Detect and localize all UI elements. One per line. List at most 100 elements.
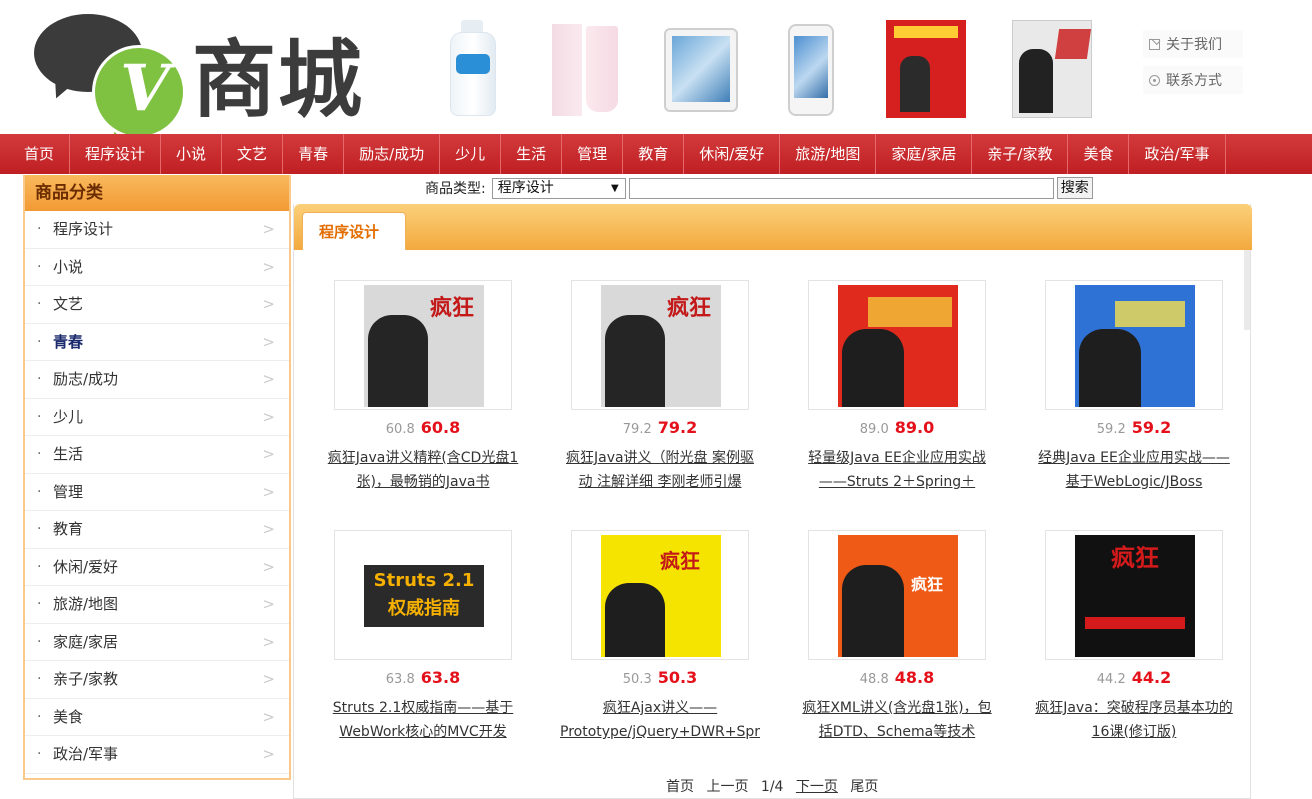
nav-item-home-living[interactable]: 家庭/家居: [876, 134, 973, 174]
sidebar-item[interactable]: · 青春 >: [25, 324, 289, 361]
cover-title: 疯狂: [1111, 544, 1159, 572]
nav-item-leisure[interactable]: 休闲/爱好: [684, 134, 781, 174]
product-title-link[interactable]: 疯狂Java讲义精粹(含CD光盘1张)，最畅销的Java书: [323, 446, 523, 494]
banner-product-book-red[interactable]: [886, 20, 966, 118]
nav-item-food[interactable]: 美食: [1068, 134, 1130, 174]
product-type-select[interactable]: 程序设计 ▼: [491, 177, 626, 199]
sidebar-item-label: 文艺: [53, 295, 84, 313]
sidebar-item-label: 休闲/爱好: [53, 557, 119, 576]
banner-product-book-java[interactable]: [1012, 20, 1092, 118]
nav-item-travel[interactable]: 旅游/地图: [780, 134, 877, 174]
original-price: 63.8: [385, 672, 415, 687]
cover-title: 疯狂: [666, 296, 711, 321]
product-card: 疯狂 79.2 79.2 疯狂Java讲义（附光盘 案例驱动 注解详细 李刚老师引…: [560, 280, 760, 494]
sidebar-item[interactable]: · 教育 >: [25, 511, 289, 549]
chevron-right-icon: >: [262, 482, 275, 501]
nav-item-life[interactable]: 生活: [501, 134, 563, 174]
pager-first[interactable]: 首页: [666, 779, 694, 795]
tab-programming[interactable]: 程序设计: [302, 212, 406, 250]
sidebar-item[interactable]: · 小说 >: [25, 249, 289, 286]
sidebar-item-label: 管理: [53, 482, 84, 501]
sidebar-item[interactable]: · 家庭/家居 >: [25, 624, 289, 661]
product-title-link[interactable]: 疯狂Java：突破程序员基本功的16课(修订版): [1034, 696, 1234, 744]
pager-last[interactable]: 尾页: [850, 779, 878, 795]
sidebar-item[interactable]: · 亲子/家教 >: [25, 661, 289, 699]
pager-next[interactable]: 下一页: [796, 779, 838, 795]
sidebar-item[interactable]: · 管理 >: [25, 474, 289, 511]
product-title-link[interactable]: Struts 2.1权威指南——基于WebWork核心的MVC开发: [323, 696, 523, 744]
pager-current: 1/4: [760, 779, 784, 795]
sidebar-item[interactable]: · 政治/军事 >: [25, 736, 289, 774]
product-title-link[interactable]: 疯狂Java讲义（附光盘 案例驱动 注解详细 李刚老师引爆: [560, 446, 760, 494]
product-title-link[interactable]: 疯狂XML讲义(含光盘1张)，包括DTD、Schema等技术: [797, 696, 997, 744]
sale-price: 50.3: [657, 668, 698, 687]
product-card: 59.2 59.2 经典Java EE企业应用实战——基于WebLogic/JBo…: [1034, 280, 1234, 494]
banner-product-ipad[interactable]: [664, 20, 738, 118]
site-logo[interactable]: V 商城: [32, 12, 377, 142]
product-image[interactable]: 疯狂: [334, 280, 512, 410]
original-price: 44.2: [1096, 672, 1126, 687]
sale-price: 59.2: [1131, 418, 1172, 437]
nav-item-literature[interactable]: 文艺: [222, 134, 284, 174]
sale-price: 63.8: [420, 668, 461, 687]
product-image[interactable]: [808, 280, 986, 410]
product-image[interactable]: 疯狂: [808, 530, 986, 660]
chevron-right-icon: >: [262, 445, 275, 463]
phone-icon: [1149, 74, 1160, 86]
cover-title: 疯狂: [429, 296, 474, 321]
nav-item-programming[interactable]: 程序设计: [70, 134, 162, 174]
bullet-icon: ·: [37, 596, 42, 612]
nav-item-home[interactable]: 首页: [10, 134, 71, 174]
nav-item-success[interactable]: 励志/成功: [344, 134, 441, 174]
bullet-icon: ·: [37, 408, 42, 425]
nav-item-parenting[interactable]: 亲子/家教: [972, 134, 1069, 174]
about-us-link[interactable]: 关于我们: [1143, 30, 1243, 58]
product-card: 疯狂 48.8 48.8 疯狂XML讲义(含光盘1张)，包括DTD、Schema等…: [797, 530, 997, 744]
original-price: 48.8: [859, 672, 889, 687]
sale-price: 60.8: [420, 418, 461, 437]
original-price: 79.2: [622, 422, 652, 437]
bullet-icon: ·: [37, 296, 42, 312]
search-button[interactable]: 搜索: [1056, 177, 1093, 199]
nav-item-children[interactable]: 少儿: [440, 134, 502, 174]
sidebar-item-label: 程序设计: [53, 220, 114, 238]
nav-item-politics[interactable]: 政治/军事: [1129, 134, 1226, 174]
nav-item-management[interactable]: 管理: [562, 134, 624, 174]
panel-scrollbar[interactable]: [1244, 250, 1250, 330]
product-title-link[interactable]: 经典Java EE企业应用实战——基于WebLogic/JBoss: [1034, 446, 1234, 494]
bullet-icon: ·: [37, 633, 42, 650]
sidebar-item[interactable]: · 生活 >: [25, 436, 289, 474]
nav-item-novel[interactable]: 小说: [161, 134, 223, 174]
chevron-right-icon: >: [262, 220, 275, 238]
nav-item-youth[interactable]: 青春: [283, 134, 345, 174]
logo-text: 商城: [192, 31, 365, 129]
product-image[interactable]: Struts 2.1 权威指南: [334, 530, 512, 660]
cover-title: Struts 2.1 权威指南: [373, 570, 475, 619]
banner-product-iphone[interactable]: [786, 20, 838, 118]
sidebar-item[interactable]: · 旅游/地图 >: [25, 586, 289, 624]
pager-prev[interactable]: 上一页: [706, 779, 748, 795]
chevron-right-icon: >: [262, 557, 275, 576]
product-image[interactable]: 疯狂: [571, 280, 749, 410]
sidebar-item[interactable]: · 文艺 >: [25, 286, 289, 324]
banner-product-lotion[interactable]: [448, 20, 498, 118]
sidebar-item[interactable]: · 美食 >: [25, 699, 289, 736]
product-image[interactable]: [1045, 280, 1223, 410]
chevron-right-icon: >: [262, 707, 275, 726]
product-title-link[interactable]: 疯狂Ajax讲义——Prototype/jQuery+DWR+Spr: [560, 696, 760, 744]
search-input[interactable]: [628, 177, 1054, 199]
product-title-link[interactable]: 轻量级Java EE企业应用实战——Struts 2＋Spring＋: [797, 446, 997, 494]
sidebar-item-label: 亲子/家教: [53, 670, 119, 688]
sidebar-item[interactable]: · 少儿 >: [25, 399, 289, 436]
bullet-icon: ·: [37, 521, 42, 537]
banner-product-cosmetic[interactable]: [548, 20, 622, 118]
sidebar-item[interactable]: · 励志/成功 >: [25, 361, 289, 399]
sidebar-item[interactable]: · 休闲/爱好 >: [25, 549, 289, 586]
header: V 商城 关于我们 联系方式: [0, 0, 1312, 142]
product-image[interactable]: 疯狂: [1045, 530, 1223, 660]
sidebar-item[interactable]: · 程序设计 >: [25, 211, 289, 249]
contact-link[interactable]: 联系方式: [1143, 66, 1243, 94]
cover-title: 疯狂: [660, 549, 700, 573]
nav-item-education[interactable]: 教育: [623, 134, 685, 174]
product-image[interactable]: 疯狂: [571, 530, 749, 660]
